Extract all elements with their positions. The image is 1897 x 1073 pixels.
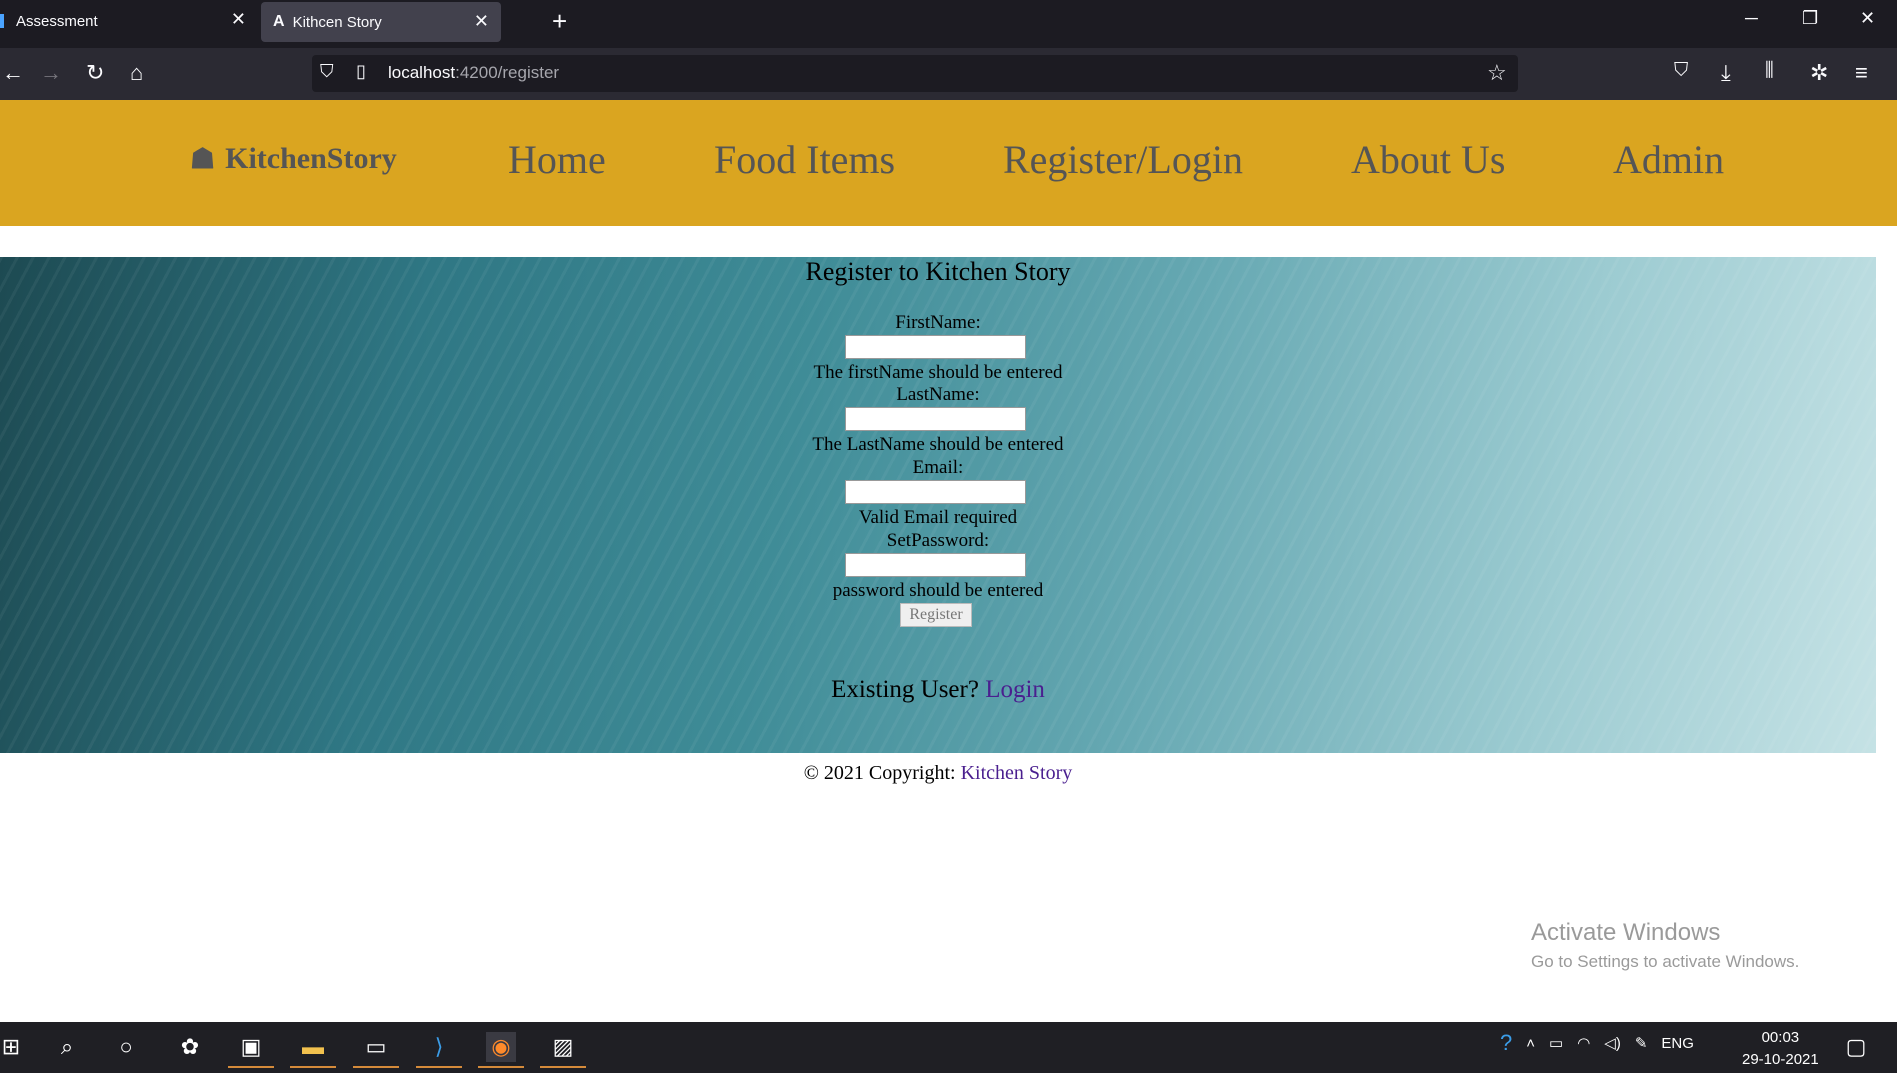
browser-tab-bar: Assessment ✕ A Kithcen Story ✕ + ─ ❐ ✕ <box>0 0 1897 48</box>
email-error: Valid Email required <box>858 507 1018 528</box>
password-label: SetPassword: <box>886 530 990 551</box>
clock-date: 29-10-2021 <box>1742 1051 1819 1068</box>
angular-favicon-icon: A <box>273 13 285 30</box>
email-label: Email: <box>912 457 964 478</box>
nav-about-us[interactable]: About Us <box>1351 136 1505 183</box>
cortana-icon[interactable]: ○ <box>111 1032 141 1062</box>
restore-window-icon[interactable]: ❐ <box>1802 8 1818 29</box>
login-link[interactable]: Login <box>985 676 1045 703</box>
nav-admin[interactable]: Admin <box>1613 136 1724 183</box>
nav-food-items[interactable]: Food Items <box>714 136 895 183</box>
close-tab-icon[interactable]: ✕ <box>231 9 246 30</box>
existing-user-text: Existing User? <box>831 676 979 703</box>
copyright-text: © 2021 Copyright: <box>803 762 956 784</box>
help-icon[interactable]: ? <box>1500 1030 1512 1056</box>
forward-icon[interactable]: → <box>40 60 62 86</box>
firstname-label: FirstName: <box>895 312 981 333</box>
volume-icon[interactable]: ◁) <box>1604 1034 1621 1052</box>
pocket-icon[interactable]: ⛉ <box>1674 60 1688 82</box>
url-text[interactable]: localhost:4200/register <box>388 63 559 83</box>
download-icon[interactable]: ⤓ <box>1721 60 1731 86</box>
email-input[interactable] <box>845 480 1026 504</box>
system-tray: ? ˄ ▭ ◠ ◁) ✎ ENG <box>1500 1030 1694 1056</box>
battery-icon[interactable]: ▭ <box>1549 1034 1563 1052</box>
footer: © 2021 Copyright: Kitchen Story <box>0 762 1876 785</box>
terminal-icon[interactable]: ▭ <box>353 1032 399 1068</box>
clock-time: 00:03 <box>1761 1029 1800 1046</box>
new-tab-icon[interactable]: + <box>552 6 567 37</box>
minimize-window-icon[interactable]: ─ <box>1745 8 1758 29</box>
tab-title: Assessment <box>16 12 98 30</box>
nav-register-login[interactable]: Register/Login <box>1003 136 1243 183</box>
notepad-app-icon[interactable]: ▣ <box>228 1032 274 1068</box>
reload-icon[interactable]: ↻ <box>86 60 104 86</box>
lastname-input[interactable] <box>845 407 1026 431</box>
register-button[interactable]: Register <box>900 603 972 627</box>
bookmark-star-icon[interactable]: ☆ <box>1487 60 1507 86</box>
menu-icon[interactable]: ≡ <box>1855 60 1868 86</box>
password-error: password should be entered <box>832 580 1044 601</box>
search-icon[interactable]: ⌕ <box>52 1032 82 1062</box>
form-title: Register to Kitchen Story <box>805 257 1071 286</box>
footer-link[interactable]: Kitchen Story <box>961 762 1073 784</box>
taskbar-clock[interactable]: 00:03 29-10-2021 <box>1742 1027 1819 1071</box>
extension-icon[interactable]: ✲ <box>1810 60 1828 86</box>
url-host: localhost <box>388 63 456 82</box>
library-icon[interactable]: ⫼ <box>1765 60 1774 82</box>
pen-icon[interactable]: ✎ <box>1635 1034 1648 1052</box>
page-icon: ▯ <box>356 61 366 81</box>
firefox-icon[interactable]: ◉ <box>478 1032 524 1068</box>
brand-name: KitchenStory <box>225 142 397 175</box>
wifi-icon[interactable]: ◠ <box>1577 1034 1590 1052</box>
vscode-icon[interactable]: ⟩ <box>416 1032 462 1068</box>
firstname-error: The firstName should be entered <box>813 362 1063 383</box>
brand-link[interactable]: ☗ KitchenStory <box>190 142 397 176</box>
home-icon[interactable]: ⌂ <box>130 60 143 86</box>
nav-home[interactable]: Home <box>508 136 606 183</box>
close-window-icon[interactable]: ✕ <box>1860 8 1875 29</box>
password-input[interactable] <box>845 553 1026 577</box>
tab-favicon-icon <box>0 14 4 28</box>
shield-icon[interactable]: ⛉ <box>320 61 334 82</box>
tab-title: Kithcen Story <box>292 13 382 31</box>
burger-icon: ☗ <box>190 144 216 175</box>
firstname-input[interactable] <box>845 335 1026 359</box>
paint-app-icon[interactable]: ✿ <box>175 1032 205 1062</box>
back-icon[interactable]: ← <box>2 60 24 86</box>
activate-windows-subtitle: Go to Settings to activate Windows. <box>1531 952 1800 971</box>
language-indicator[interactable]: ENG <box>1661 1035 1694 1052</box>
close-tab-icon[interactable]: ✕ <box>474 11 489 32</box>
browser-tab-kitchen-story[interactable]: A Kithcen Story ✕ <box>261 2 501 42</box>
lastname-error: The LastName should be entered <box>812 434 1064 455</box>
url-path: :4200/register <box>455 63 560 82</box>
chevron-up-icon[interactable]: ˄ <box>1526 1035 1535 1052</box>
browser-tab-assessment[interactable]: Assessment ✕ <box>0 0 258 42</box>
photos-app-icon[interactable]: ▨ <box>540 1032 586 1068</box>
activate-windows-title: Activate Windows <box>1531 919 1721 946</box>
start-icon[interactable]: ⊞ <box>0 1032 26 1062</box>
file-explorer-icon[interactable]: ▬ <box>290 1032 336 1068</box>
notifications-icon[interactable]: ▢ <box>1841 1032 1871 1062</box>
existing-user-row: Existing User? Login <box>0 676 1876 704</box>
lastname-label: LastName: <box>896 384 980 405</box>
